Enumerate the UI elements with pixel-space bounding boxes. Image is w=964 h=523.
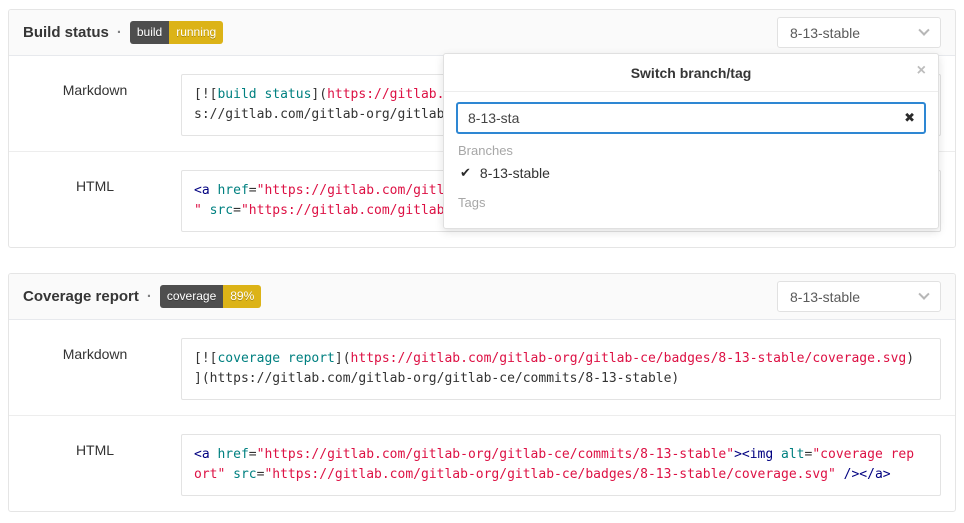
title-separator: · <box>147 288 152 305</box>
clear-search-icon[interactable]: ✖ <box>904 110 915 126</box>
popup-title: Switch branch/tag <box>631 65 752 81</box>
row-label-markdown: Markdown <box>9 74 181 136</box>
markdown-code-snippet: [![coverage report](https://gitlab.com/g… <box>181 338 941 400</box>
branch-selector-label: 8-13-stable <box>790 25 860 41</box>
badge-label: build <box>130 21 169 44</box>
branch-search-input[interactable] <box>456 102 926 134</box>
tags-group-label: Tags <box>456 186 926 216</box>
row-label-html: HTML <box>9 434 181 496</box>
coverage-report-header: Coverage report · coverage 89% 8-13-stab… <box>9 274 955 320</box>
row-label-html: HTML <box>9 170 181 232</box>
badge-label: coverage <box>160 285 223 308</box>
chevron-down-icon <box>918 24 929 35</box>
markdown-row: Markdown [![coverage report](https://git… <box>9 320 955 415</box>
build-status-header: Build status · build running 8-13-stable <box>9 10 955 56</box>
html-row: HTML <a href="https://gitlab.com/gitlab-… <box>9 415 955 511</box>
coverage-report-body: Markdown [![coverage report](https://git… <box>9 320 955 511</box>
chevron-down-icon <box>918 288 929 299</box>
popup-header: Switch branch/tag × <box>444 54 938 92</box>
page-title: Build status <box>23 24 109 41</box>
build-status-badge: build running <box>130 21 223 44</box>
check-icon: ✔ <box>460 165 471 181</box>
branch-selector-dropdown[interactable]: 8-13-stable <box>777 281 941 312</box>
branch-item[interactable]: ✔ 8-13-stable <box>456 161 926 186</box>
row-label-markdown: Markdown <box>9 338 181 400</box>
badge-value: running <box>169 21 223 44</box>
switch-branch-popup: Switch branch/tag × ✖ Branches ✔ 8-13-st… <box>443 53 939 229</box>
branch-selector-dropdown[interactable]: 8-13-stable <box>777 17 941 48</box>
html-code-snippet: <a href="https://gitlab.com/gitlab-org/g… <box>181 434 941 496</box>
branch-selector-label: 8-13-stable <box>790 289 860 305</box>
badge-value: 89% <box>223 285 261 308</box>
close-icon[interactable]: × <box>917 63 926 79</box>
coverage-badge: coverage 89% <box>160 285 261 308</box>
branch-item-name: 8-13-stable <box>480 165 550 181</box>
title-separator: · <box>117 24 122 41</box>
branch-search: ✖ <box>456 102 926 134</box>
popup-body: ✖ Branches ✔ 8-13-stable Tags <box>444 92 938 228</box>
coverage-report-card: Coverage report · coverage 89% 8-13-stab… <box>8 273 956 512</box>
branches-group-label: Branches <box>456 134 926 161</box>
page-title: Coverage report <box>23 288 139 305</box>
